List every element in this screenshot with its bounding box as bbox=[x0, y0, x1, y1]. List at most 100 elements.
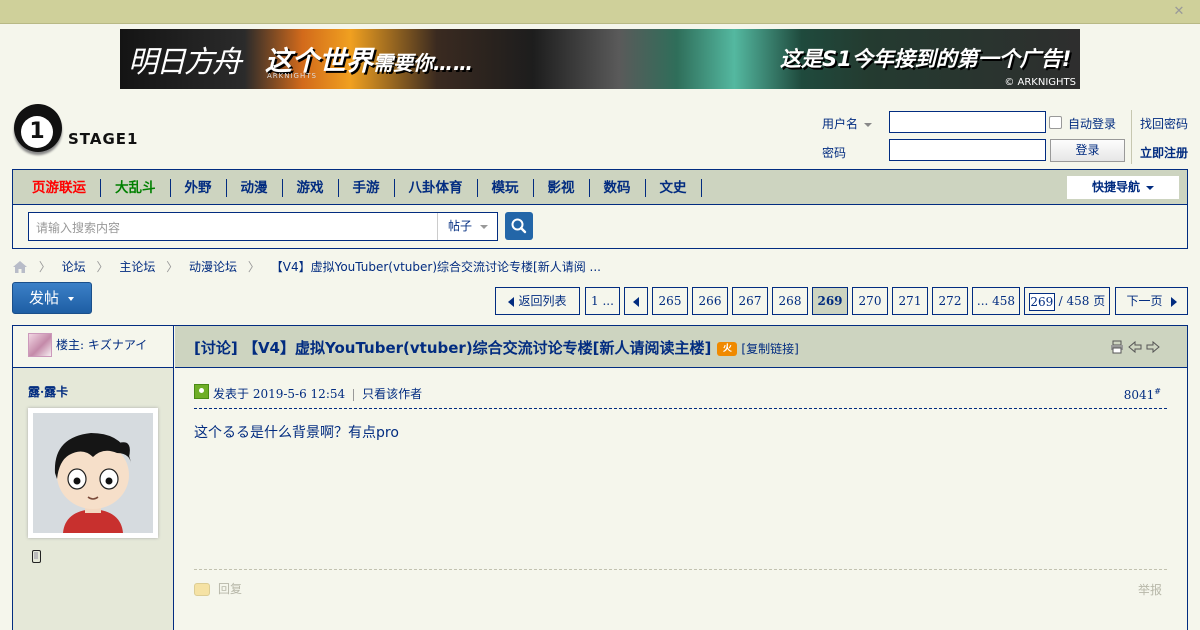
banner-copyright: © ARKNIGHTS bbox=[1004, 77, 1076, 88]
page-link[interactable]: 268 bbox=[772, 287, 808, 315]
nav-item[interactable]: 游戏 bbox=[283, 179, 339, 197]
search-button[interactable] bbox=[505, 212, 533, 240]
ad-banner[interactable]: 明日方舟 这个世界需要你…… ARKNIGHTS 这是S1今年接到的第一个广告!… bbox=[120, 29, 1080, 89]
banner-game-en: ARKNIGHTS bbox=[267, 72, 317, 80]
author-name[interactable]: 露·露卡 bbox=[28, 383, 68, 400]
owner-avatar[interactable] bbox=[28, 333, 52, 357]
breadcrumb-separator: 〉 bbox=[247, 260, 260, 274]
divider bbox=[194, 569, 1167, 570]
find-password-link[interactable]: 找回密码 bbox=[1140, 115, 1188, 132]
banner-slogan-sub: 需要你…… bbox=[373, 51, 473, 75]
page-first[interactable]: 1 ... bbox=[585, 287, 620, 315]
nav-item[interactable]: 页游联运 bbox=[18, 179, 101, 197]
register-link[interactable]: 立即注册 bbox=[1140, 144, 1188, 161]
chevron-down-icon bbox=[1146, 185, 1154, 190]
logo-glyph: 1 bbox=[21, 116, 53, 148]
quick-nav-button[interactable]: 快捷导航 bbox=[1067, 176, 1179, 199]
post-floor[interactable]: 8041# bbox=[1124, 387, 1161, 402]
banner-right-text: 这是S1今年接到的第一个广告! bbox=[780, 47, 1072, 71]
triangle-left-icon bbox=[508, 296, 515, 307]
page-link[interactable]: 271 bbox=[892, 287, 928, 315]
nav-list: 页游联运 大乱斗 外野 动漫 游戏 手游 八卦体育 模玩 影视 数码 文史 bbox=[18, 179, 702, 197]
floor-number: 8041 bbox=[1123, 388, 1155, 402]
page-link[interactable]: 265 bbox=[652, 287, 688, 315]
breadcrumb-forum[interactable]: 论坛 bbox=[62, 258, 86, 275]
thread-category[interactable]: [讨论] bbox=[194, 339, 238, 357]
quick-nav-label: 快捷导航 bbox=[1091, 180, 1140, 194]
page-current[interactable]: 269 bbox=[812, 287, 848, 315]
breadcrumb-thread[interactable]: 【V4】虚拟YouTuber(vtuber)综合交流讨论专楼[新人请阅 ... bbox=[271, 258, 601, 275]
nav-box: 页游联运 大乱斗 外野 动漫 游戏 手游 八卦体育 模玩 影视 数码 文史 快捷导航 请输入搜索内容… bbox=[12, 169, 1188, 249]
username-label: 用户名 bbox=[822, 117, 859, 131]
breadcrumb: 〉 论坛 〉 主论坛 〉 动漫论坛 〉 【V4】虚拟YouTuber(vtube… bbox=[12, 258, 601, 274]
prev-thread-icon[interactable] bbox=[1128, 340, 1142, 354]
page-jump: 269 / 458 页 bbox=[1024, 287, 1110, 315]
page-jump-input[interactable]: 269 bbox=[1028, 292, 1055, 311]
search-type-select[interactable]: 帖子 bbox=[437, 213, 497, 240]
back-to-list-label: 返回列表 bbox=[518, 294, 567, 308]
online-status-icon bbox=[194, 384, 209, 399]
next-page-button[interactable]: 下一页 bbox=[1115, 287, 1188, 315]
breadcrumb-anime-forum[interactable]: 动漫论坛 bbox=[189, 258, 237, 275]
author-avatar[interactable] bbox=[28, 408, 158, 538]
thread-owner: 楼主: キズナアイ bbox=[13, 326, 173, 368]
nav-item[interactable]: 手游 bbox=[339, 179, 395, 197]
reply-button[interactable]: 回复 bbox=[194, 580, 242, 597]
post-container: 楼主: キズナアイ 露·露卡 [讨论] 【V4】虚拟YouTuber(vtube… bbox=[12, 325, 1188, 630]
prev-page-button[interactable] bbox=[624, 287, 648, 315]
username-input[interactable] bbox=[889, 111, 1046, 133]
new-post-label: 发帖 bbox=[29, 289, 60, 307]
mobile-icon bbox=[32, 550, 41, 563]
copy-link-button[interactable]: [复制链接] bbox=[741, 342, 798, 356]
breadcrumb-separator: 〉 bbox=[38, 260, 51, 274]
login-button[interactable]: 登录 bbox=[1050, 139, 1125, 162]
avatar-image bbox=[33, 413, 153, 533]
post-content: 这个るる是什么背景啊？有点pro bbox=[194, 425, 399, 441]
close-icon[interactable]: ✕ bbox=[1172, 5, 1186, 19]
nav-item[interactable]: 影视 bbox=[534, 179, 590, 197]
search-input[interactable]: 请输入搜索内容 bbox=[36, 219, 120, 236]
nav-item[interactable]: 模玩 bbox=[478, 179, 534, 197]
username-type-select[interactable]: 用户名 bbox=[822, 115, 873, 132]
only-author-link[interactable]: 只看该作者 bbox=[362, 387, 422, 401]
nav-item[interactable]: 动漫 bbox=[227, 179, 283, 197]
top-bar: ✕ bbox=[0, 0, 1200, 24]
logo-text: STAGE1 bbox=[68, 130, 139, 148]
page-link[interactable]: 272 bbox=[932, 287, 968, 315]
auto-login-label: 自动登录 bbox=[1068, 117, 1117, 131]
home-icon[interactable] bbox=[12, 260, 28, 274]
nav-item[interactable]: 文史 bbox=[646, 179, 702, 197]
nav-item[interactable]: 大乱斗 bbox=[101, 179, 171, 197]
post-main: [讨论] 【V4】虚拟YouTuber(vtuber)综合交流讨论专楼[新人请阅… bbox=[175, 326, 1187, 630]
next-thread-icon[interactable] bbox=[1146, 340, 1160, 354]
triangle-right-icon bbox=[1170, 296, 1177, 307]
page-link[interactable]: 270 bbox=[852, 287, 888, 315]
owner-label[interactable]: 楼主: キズナアイ bbox=[56, 336, 147, 353]
report-button[interactable]: 举报 bbox=[1138, 581, 1162, 598]
thread-title: [讨论] 【V4】虚拟YouTuber(vtuber)综合交流讨论专楼[新人请阅… bbox=[194, 337, 799, 358]
post-author-panel: 楼主: キズナアイ 露·露卡 bbox=[13, 326, 174, 630]
password-input[interactable] bbox=[889, 139, 1046, 161]
next-page-label: 下一页 bbox=[1126, 294, 1163, 308]
search-box[interactable]: 请输入搜索内容 帖子 bbox=[28, 212, 498, 241]
post-meta: 发表于 2019-5-6 12:54 只看该作者 8041# bbox=[194, 381, 1167, 409]
new-post-button[interactable]: 发帖 bbox=[12, 282, 92, 314]
site-logo[interactable]: 1 STAGE1 bbox=[12, 104, 152, 156]
back-to-list-button[interactable]: 返回列表 bbox=[495, 287, 580, 315]
reply-icon bbox=[194, 583, 210, 596]
print-icon[interactable] bbox=[1110, 340, 1124, 354]
nav-item[interactable]: 八卦体育 bbox=[395, 179, 478, 197]
nav-item[interactable]: 数码 bbox=[590, 179, 646, 197]
thread-title-bar: [讨论] 【V4】虚拟YouTuber(vtuber)综合交流讨论专楼[新人请阅… bbox=[175, 326, 1187, 368]
page-link[interactable]: 266 bbox=[692, 287, 728, 315]
thread-title-text: 【V4】虚拟YouTuber(vtuber)综合交流讨论专楼[新人请阅读主楼] bbox=[242, 339, 712, 357]
page-last[interactable]: ... 458 bbox=[972, 287, 1020, 315]
search-type-label: 帖子 bbox=[448, 219, 473, 233]
auto-login-checkbox[interactable] bbox=[1049, 116, 1062, 129]
nav-item[interactable]: 外野 bbox=[171, 179, 227, 197]
post-meta-text: 发表于 2019-5-6 12:54 只看该作者 bbox=[213, 385, 422, 402]
breadcrumb-separator: 〉 bbox=[96, 260, 109, 274]
breadcrumb-main-forum[interactable]: 主论坛 bbox=[119, 258, 155, 275]
main-nav: 页游联运 大乱斗 外野 动漫 游戏 手游 八卦体育 模玩 影视 数码 文史 快捷导航 bbox=[13, 170, 1187, 205]
page-link[interactable]: 267 bbox=[732, 287, 768, 315]
